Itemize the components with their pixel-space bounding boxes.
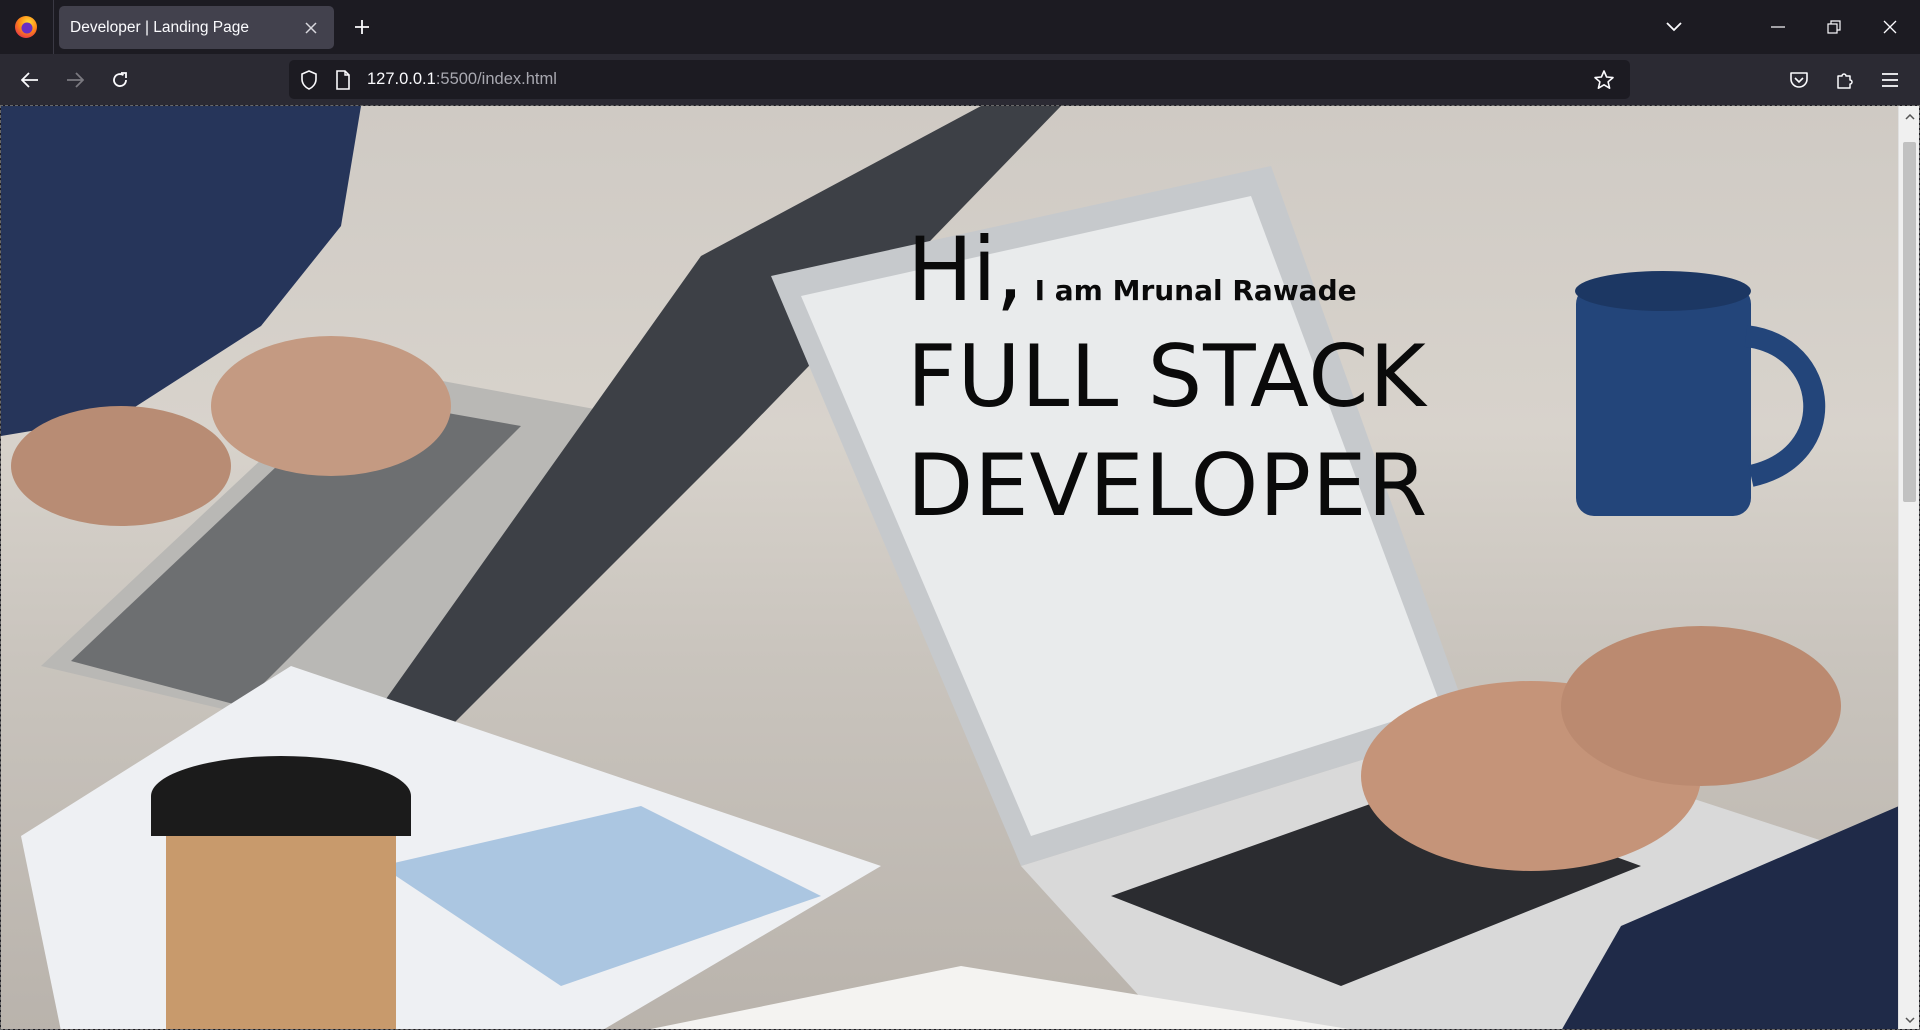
puzzle-icon xyxy=(1837,73,1853,89)
hero-background-image: Hi, I am Mrunal Rawade FULL STACK DEVELO… xyxy=(1,106,1899,1029)
browser-window: Developer | Landing Page 127.0.0.1:5500/… xyxy=(0,0,1920,1030)
hero-heading-block: Hi, I am Mrunal Rawade FULL STACK DEVELO… xyxy=(907,226,1428,551)
plus-icon xyxy=(355,20,369,34)
url-host: 127.0.0.1 xyxy=(367,70,436,88)
role-line-1: FULL STACK xyxy=(907,327,1427,427)
tab-title: Developer | Landing Page xyxy=(70,18,249,36)
url-text[interactable]: 127.0.0.1:5500/index.html xyxy=(367,60,557,99)
arrow-right-icon xyxy=(67,72,84,88)
new-tab-button[interactable] xyxy=(347,10,377,44)
hamburger-icon xyxy=(1882,73,1898,87)
tab-active[interactable]: Developer | Landing Page xyxy=(59,6,334,49)
forward-button[interactable] xyxy=(57,62,93,98)
scrollbar-thumb[interactable] xyxy=(1903,142,1916,502)
scroll-up-arrow-icon[interactable] xyxy=(1899,108,1919,126)
menu-button[interactable] xyxy=(1872,62,1908,98)
page-viewport: Hi, I am Mrunal Rawade FULL STACK DEVELO… xyxy=(0,105,1920,1030)
shield-icon[interactable] xyxy=(298,69,320,91)
restore-button[interactable] xyxy=(1806,0,1862,54)
role-line-2: DEVELOPER xyxy=(907,436,1429,537)
reload-button[interactable] xyxy=(102,62,138,98)
intro-text: I am Mrunal Rawade xyxy=(1034,274,1357,307)
scroll-down-arrow-icon[interactable] xyxy=(1899,1011,1919,1029)
tab-strip: Developer | Landing Page xyxy=(0,0,1920,54)
greeting-line: Hi, I am Mrunal Rawade xyxy=(907,226,1428,314)
url-path: :5500/index.html xyxy=(435,70,557,88)
address-bar[interactable]: 127.0.0.1:5500/index.html xyxy=(289,60,1630,99)
pocket-icon xyxy=(1790,72,1808,88)
back-button[interactable] xyxy=(12,62,48,98)
minimize-button[interactable] xyxy=(1750,0,1806,54)
close-window-button[interactable] xyxy=(1862,0,1918,54)
navigation-toolbar: 127.0.0.1:5500/index.html xyxy=(0,54,1920,105)
list-all-tabs-button[interactable] xyxy=(1659,12,1689,42)
firefox-logo-icon[interactable] xyxy=(13,14,39,40)
tab-close-icon[interactable] xyxy=(300,17,322,39)
bookmark-star-icon[interactable] xyxy=(1591,67,1617,93)
page-icon[interactable] xyxy=(332,69,354,91)
tab-separator xyxy=(53,0,54,54)
pocket-button[interactable] xyxy=(1781,62,1817,98)
greeting-text: Hi, xyxy=(907,218,1024,321)
vertical-scrollbar[interactable] xyxy=(1898,106,1919,1029)
extensions-button[interactable] xyxy=(1827,62,1863,98)
arrow-left-icon xyxy=(21,72,38,88)
chevron-down-icon xyxy=(1666,22,1682,32)
reload-icon xyxy=(113,72,127,87)
